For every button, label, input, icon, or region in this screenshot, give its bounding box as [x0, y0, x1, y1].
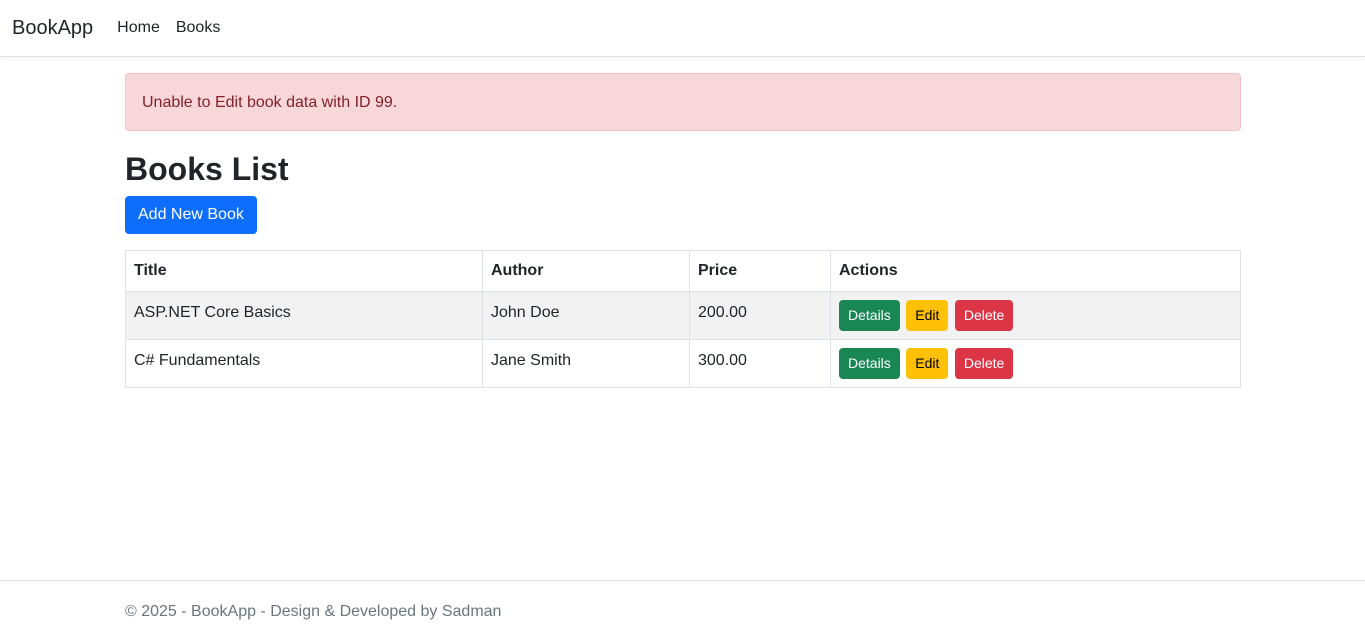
footer: © 2025 - BookApp - Design & Developed by… — [0, 580, 1365, 641]
edit-button[interactable]: Edit — [906, 300, 949, 331]
cell-author: John Doe — [482, 291, 690, 340]
cell-price: 200.00 — [689, 291, 831, 340]
navbar: BookApp Home Books — [0, 0, 1365, 57]
cell-price: 300.00 — [689, 339, 831, 388]
cell-title: C# Fundamentals — [125, 339, 483, 388]
delete-button[interactable]: Delete — [954, 300, 1014, 331]
header-price: Price — [689, 250, 831, 292]
nav-link-books[interactable]: Books — [176, 19, 220, 37]
error-alert: Unable to Edit book data with ID 99. — [125, 73, 1241, 131]
edit-button[interactable]: Edit — [906, 348, 949, 379]
nav-link-home[interactable]: Home — [117, 19, 160, 37]
cell-author: Jane Smith — [482, 339, 690, 388]
brand-link[interactable]: BookApp — [12, 17, 93, 40]
alert-message: Unable to Edit book data with ID 99. — [142, 94, 398, 111]
details-button[interactable]: Details — [839, 348, 900, 379]
main-container: Unable to Edit book data with ID 99. Boo… — [125, 73, 1241, 388]
details-button[interactable]: Details — [839, 300, 900, 331]
add-new-book-button[interactable]: Add New Book — [125, 196, 257, 234]
table-row: C# Fundamentals Jane Smith 300.00 Detail… — [125, 339, 1241, 388]
books-table: Title Author Price Actions ASP.NET Core … — [125, 250, 1241, 388]
page-title: Books List — [125, 151, 289, 187]
cell-title: ASP.NET Core Basics — [125, 291, 483, 340]
table-header-row: Title Author Price Actions — [125, 250, 1241, 292]
delete-button[interactable]: Delete — [954, 348, 1014, 379]
table-row: ASP.NET Core Basics John Doe 200.00 Deta… — [125, 291, 1241, 340]
cell-actions: Details Edit Delete — [830, 339, 1241, 388]
cell-actions: Details Edit Delete — [830, 291, 1241, 340]
header-title: Title — [125, 250, 483, 292]
footer-text: © 2025 - BookApp - Design & Developed by… — [125, 603, 502, 620]
header-author: Author — [482, 250, 690, 292]
header-actions: Actions — [830, 250, 1241, 292]
